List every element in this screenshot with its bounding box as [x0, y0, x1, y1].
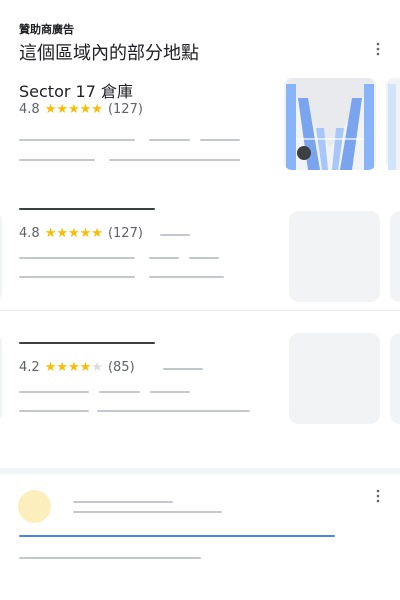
place-rating: 4.2 ★★★★★ (85): [19, 360, 135, 375]
rating-value: 4.8: [19, 226, 40, 241]
text-placeholder: [19, 276, 135, 278]
text-placeholder: [149, 257, 179, 259]
text-placeholder: [149, 276, 224, 278]
text-placeholder: [160, 234, 190, 236]
text-placeholder: [150, 391, 190, 393]
section-separator: [0, 468, 400, 474]
review-count: (127): [107, 226, 143, 241]
photo-placeholder: [0, 333, 2, 424]
photo-placeholder: [390, 333, 400, 424]
text-placeholder: [163, 368, 203, 370]
text-placeholder: [149, 139, 190, 141]
rating-value: 4.2: [19, 360, 40, 375]
text-placeholder: [189, 257, 219, 259]
photo-placeholder: [289, 211, 380, 302]
text-placeholder: [19, 257, 135, 259]
more-vert-icon[interactable]: [370, 488, 386, 504]
text-placeholder: [200, 139, 240, 141]
text-placeholder: [19, 557, 201, 559]
name-placeholder: [19, 208, 155, 210]
text-placeholder: [73, 501, 173, 503]
star-icon: ★★★★★: [44, 226, 103, 241]
place-rating: 4.8 ★★★★★ (127): [19, 226, 143, 241]
place-name: Sector 17 倉庫: [19, 82, 133, 101]
text-placeholder: [73, 511, 222, 513]
section-title: 這個區域內的部分地點: [19, 43, 199, 64]
photo-placeholder: [289, 333, 380, 424]
text-placeholder: [19, 159, 95, 161]
link-placeholder: [19, 535, 335, 537]
card-divider: [0, 310, 400, 311]
place-photo[interactable]: [284, 78, 376, 170]
photo-placeholder: [390, 211, 400, 302]
photo-placeholder: [0, 211, 2, 302]
text-placeholder: [109, 159, 240, 161]
review-count: (127): [107, 102, 143, 117]
more-vert-icon[interactable]: [370, 41, 386, 57]
star-icon: ★★★★★: [44, 360, 103, 375]
text-placeholder: [19, 139, 135, 141]
star-icon: ★★★★★: [44, 102, 103, 117]
text-placeholder: [99, 391, 140, 393]
text-placeholder: [19, 391, 89, 393]
review-count: (85): [107, 360, 135, 375]
rating-value: 4.8: [19, 102, 40, 117]
sponsored-label: 贊助商廣告: [19, 23, 74, 36]
name-placeholder: [19, 342, 155, 344]
next-photo-edge: [386, 78, 400, 170]
text-placeholder: [19, 410, 89, 412]
text-placeholder: [97, 410, 250, 412]
avatar: [18, 490, 51, 523]
place-rating: 4.8 ★★★★★ (127): [19, 102, 143, 117]
